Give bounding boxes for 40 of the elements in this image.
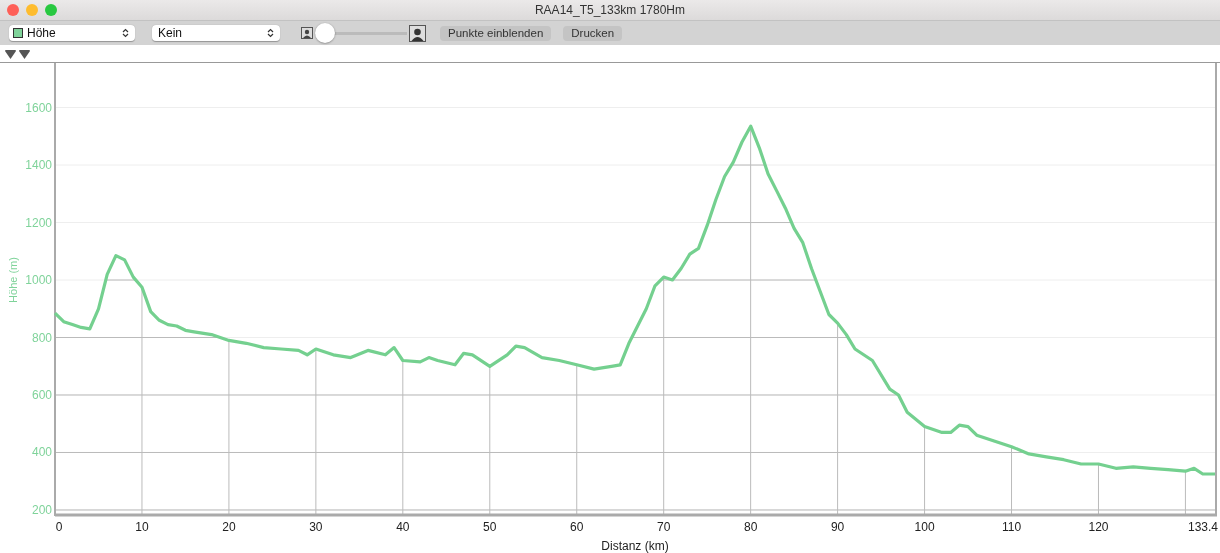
slider-thumb[interactable]: [315, 23, 335, 43]
x-tick-label: 20: [222, 520, 236, 534]
marker-icon[interactable]: [5, 50, 16, 59]
y-axis-title: Höhe (m): [7, 257, 19, 303]
x-tick-label: 100: [914, 520, 935, 534]
minimize-button[interactable]: [26, 4, 38, 16]
toolbar-button[interactable]: Punkte einblenden: [440, 25, 552, 41]
x-tick-label: 30: [309, 520, 323, 534]
x-tick-label: 50: [483, 520, 497, 534]
x-tick-label: 60: [570, 520, 584, 534]
y-tick-label: 600: [31, 388, 52, 402]
y-tick-label: 1600: [25, 100, 52, 115]
x-tick-label: 0: [55, 520, 63, 534]
y-tick-label: 400: [31, 445, 52, 460]
y-tick-label: 1400: [25, 158, 52, 173]
close-button[interactable]: [7, 4, 19, 16]
y-tick-label: 200: [31, 503, 52, 517]
zoom-slider[interactable]: [315, 23, 407, 43]
overlay-select[interactable]: Kein: [152, 25, 280, 41]
toolbar-button[interactable]: Drucken: [563, 25, 623, 41]
chevron-icon: [122, 28, 129, 38]
chevron-icon: [267, 28, 274, 38]
y-tick-label: 1200: [25, 215, 52, 230]
marker-icon[interactable]: [19, 50, 30, 59]
zoom-button[interactable]: [45, 4, 57, 16]
x-tick-label: 110: [1001, 520, 1022, 534]
x-tick-label: 133.4: [1187, 520, 1218, 534]
x-tick-label: 120: [1088, 520, 1109, 534]
window-title: RAA14_T5_133km 1780Hm: [534, 3, 686, 17]
x-tick-label: 70: [657, 520, 671, 534]
x-tick-label: 80: [743, 520, 758, 534]
person-small-icon: [301, 27, 313, 39]
x-tick-label: 40: [396, 520, 410, 534]
x-tick-label: 10: [135, 520, 149, 534]
person-large-icon: [409, 24, 426, 42]
data-select[interactable]: Höhe: [9, 25, 135, 41]
y-tick-label: 1000: [25, 273, 52, 287]
x-axis-title: Distanz (km): [601, 539, 669, 553]
x-tick-label: 90: [830, 520, 845, 534]
y-tick-label: 800: [31, 330, 52, 345]
